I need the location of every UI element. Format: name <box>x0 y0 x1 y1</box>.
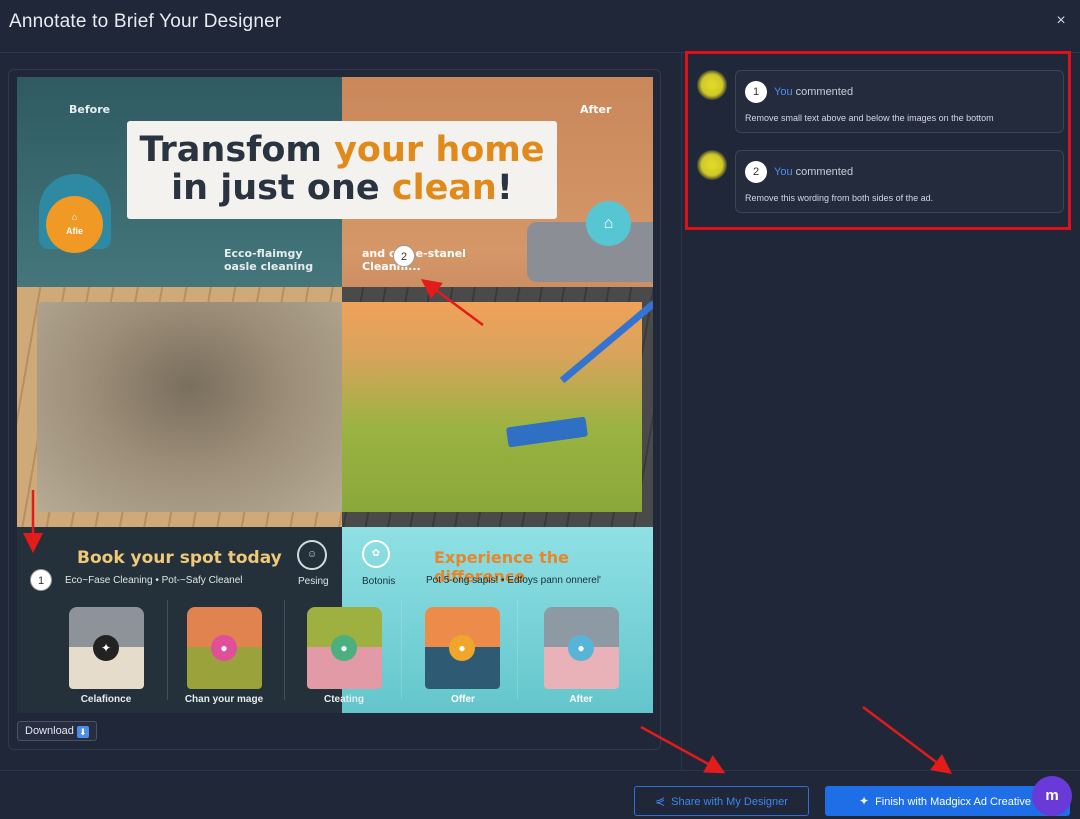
download-label: Download <box>25 725 74 737</box>
footer-divider <box>0 770 1080 771</box>
comment-number: 1 <box>745 81 767 103</box>
eco-text-left: Ecco-flaimgy oasle cleaning <box>224 247 314 273</box>
share-with-designer-button[interactable]: ⋞ Share with My Designer <box>634 786 809 816</box>
smile-icon: ☺ <box>297 540 327 570</box>
comment-header: You commented <box>774 166 853 178</box>
home-badge-icon: ⌂ Afie <box>46 196 103 253</box>
carpet-swatch: ● <box>307 607 382 689</box>
close-icon[interactable]: × <box>1052 12 1070 30</box>
caption: Cteating <box>324 694 364 705</box>
subtext-left: Eco~Fase Cleaning • Pot-~Safy Cleanel <box>65 575 243 586</box>
dirty-rug <box>37 302 342 512</box>
eco-text-right: and cl... e-stanel Cleanni... <box>362 247 466 273</box>
headline-part: clean <box>391 168 497 208</box>
headline-banner: Transfom your home in just one clean! <box>127 121 557 219</box>
divider <box>284 600 285 700</box>
share-label: Share with My Designer <box>671 796 788 808</box>
panel-divider <box>681 53 682 770</box>
comment-pin-1[interactable] <box>697 70 727 100</box>
divider <box>167 600 168 700</box>
caption: After <box>569 694 593 705</box>
ad-creative-image[interactable]: Before After Transfom your home in just … <box>17 77 653 713</box>
download-button[interactable]: Download ⬇ <box>17 721 97 741</box>
headline-part: ! <box>496 168 513 208</box>
sparkle-icon: ✦ <box>93 635 119 661</box>
caption: Celafionce <box>80 694 132 705</box>
headline-part: in just one <box>171 168 380 208</box>
comment-action: commented <box>795 166 854 178</box>
drops-icon: ● <box>331 635 357 661</box>
download-icon: ⬇ <box>76 726 89 738</box>
divider <box>517 600 518 700</box>
tag-left: Pesing <box>298 576 329 587</box>
badge-text: Afie <box>65 226 83 236</box>
subtext-right: Pot 5-ong sapis! • Edfoys pann onnerel' <box>426 575 601 586</box>
comment-action: commented <box>795 86 854 98</box>
divider <box>401 600 402 700</box>
comment-number: 2 <box>745 161 767 183</box>
before-label: Before <box>69 103 111 116</box>
comment-author[interactable]: You <box>774 86 793 98</box>
book-title: Book your spot today <box>77 548 282 568</box>
drop-icon: ● <box>449 635 475 661</box>
comment-pin-2[interactable] <box>697 150 727 180</box>
carpet-swatch: ● <box>425 607 500 689</box>
comment-text: Remove this wording from both sides of t… <box>745 193 934 203</box>
carpet-swatch: ● <box>544 607 619 689</box>
headline-part: Transfom <box>139 130 322 170</box>
arrow <box>862 706 952 775</box>
finish-label: Finish with Madgicx Ad Creative T <box>875 796 1041 808</box>
madgicx-logo-button[interactable]: m <box>1032 776 1072 816</box>
share-icon: ⋞ <box>655 794 666 808</box>
home-badge-icon: ⌂ <box>586 201 631 246</box>
caption: Chan your mage <box>184 694 264 705</box>
clean-rug <box>342 302 642 512</box>
comment-text: Remove small text above and below the im… <box>745 113 994 123</box>
caption: Offer <box>451 694 475 705</box>
sparkle-icon: ✦ <box>859 794 870 808</box>
drop-icon: ● <box>211 635 237 661</box>
carpet-swatch: ✦ <box>69 607 144 689</box>
annotation-marker-2[interactable]: 2 <box>393 245 415 267</box>
carpet-swatch: ● <box>187 607 262 689</box>
flower-icon: ✿ <box>362 540 390 568</box>
drops-icon: ● <box>568 635 594 661</box>
after-label: After <box>580 103 612 116</box>
comment-card[interactable]: 2 You commented Remove this wording from… <box>735 150 1064 213</box>
annotation-marker-1[interactable]: 1 <box>30 569 52 591</box>
tag-right: Botonis <box>362 576 396 587</box>
comment-card[interactable]: 1 You commented Remove small text above … <box>735 70 1064 133</box>
comment-header: You commented <box>774 86 853 98</box>
headline-part: your home <box>334 130 545 170</box>
comment-author[interactable]: You <box>774 166 793 178</box>
dialog-title: Annotate to Brief Your Designer <box>9 11 282 32</box>
